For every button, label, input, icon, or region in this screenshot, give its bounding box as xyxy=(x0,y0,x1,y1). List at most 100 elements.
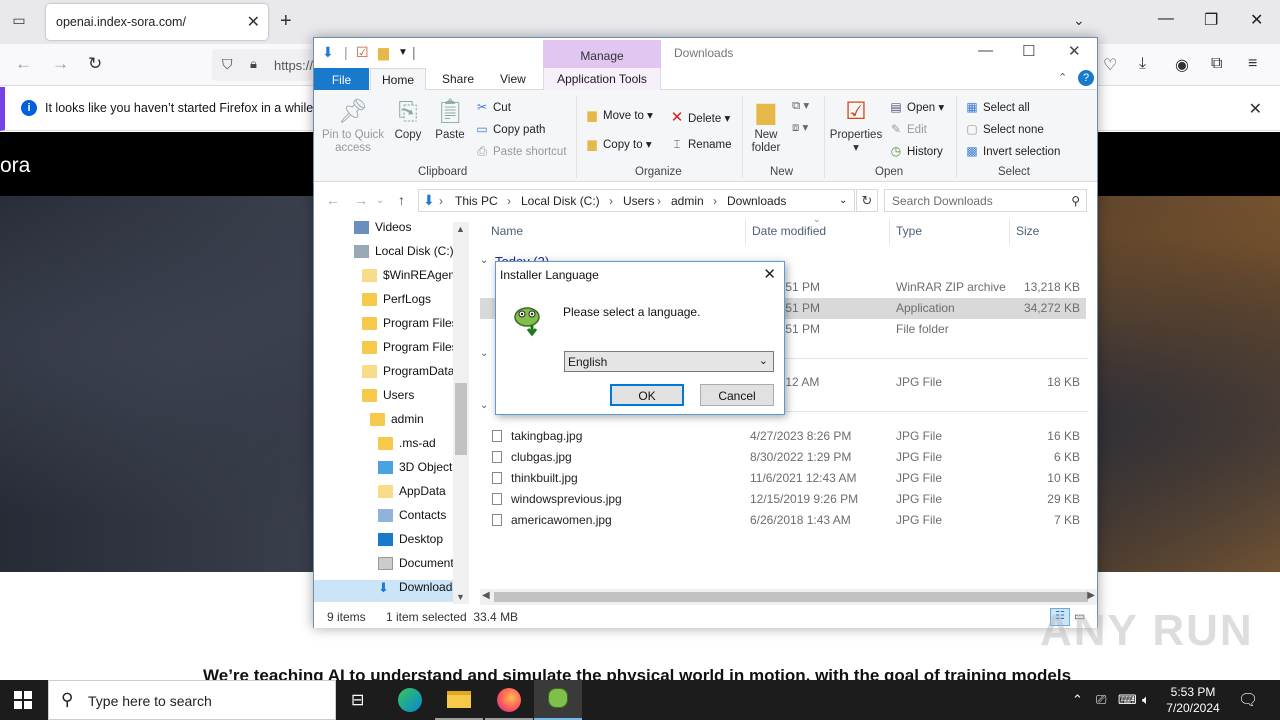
paste-shortcut-button[interactable]: ⎙ Paste shortcut xyxy=(474,144,566,159)
nav-item-users[interactable]: Users xyxy=(362,388,414,410)
nav-item-program-files[interactable]: Program Files xyxy=(362,316,458,338)
breadcrumb-users[interactable]: Users xyxy=(623,194,654,208)
installer-taskbar-icon[interactable] xyxy=(534,680,582,720)
history-button[interactable]: ◷ History xyxy=(888,144,943,158)
new-folder-button[interactable]: ▆ New folder xyxy=(746,98,786,155)
nav-item-winreagent[interactable]: $WinREAgent xyxy=(362,268,458,290)
close-window-icon[interactable]: ✕ xyxy=(1250,10,1263,30)
help-icon[interactable]: ? xyxy=(1078,70,1094,86)
tab-application-tools[interactable]: Application Tools xyxy=(543,68,661,90)
nav-item-appdata[interactable]: AppData xyxy=(378,484,446,506)
tab-share[interactable]: Share xyxy=(442,72,474,86)
downloads-icon[interactable]: ⤓ xyxy=(1139,55,1146,73)
chevron-down-icon[interactable]: ⌄ xyxy=(480,348,488,359)
language-select[interactable]: English ⌄ xyxy=(564,351,774,372)
back-icon[interactable]: ← xyxy=(15,54,32,74)
manage-context-tab[interactable]: Manage xyxy=(543,40,661,68)
nav-item-contacts[interactable]: Contacts xyxy=(378,508,446,530)
horizontal-scroll-thumb[interactable] xyxy=(494,592,1088,602)
nav-item-downloads[interactable]: ⬇ Downloads xyxy=(314,580,458,602)
nav-item-ms-ad[interactable]: .ms-ad xyxy=(378,436,436,458)
restore-icon[interactable]: ❐ xyxy=(1204,10,1218,30)
chevron-up-icon[interactable]: ⌃ xyxy=(1072,692,1083,708)
pocket-icon[interactable]: ♡ xyxy=(1103,55,1117,75)
refresh-icon[interactable]: ↻ xyxy=(856,189,878,212)
column-size[interactable]: Size xyxy=(1016,224,1039,238)
tab-file[interactable]: File xyxy=(314,68,369,90)
tab-view[interactable]: View xyxy=(500,72,526,86)
windows-start-icon[interactable] xyxy=(14,691,32,709)
nav-item-local-disk[interactable]: Local Disk (C:) xyxy=(354,244,454,266)
new-tab-icon[interactable]: + xyxy=(280,10,292,33)
pin-quick-access-button[interactable]: 📌︎ Pin to Quick access xyxy=(320,98,386,155)
site-logo[interactable]: ora xyxy=(0,154,30,178)
open-button[interactable]: ▤ Open ▾ xyxy=(888,100,944,114)
edit-button[interactable]: ✎ Edit xyxy=(888,122,927,136)
maximize-icon[interactable]: ☐ xyxy=(1022,42,1035,60)
file-explorer-icon[interactable] xyxy=(435,680,483,720)
select-none-button[interactable]: ▢ Select none xyxy=(964,122,1043,136)
easy-access-icon[interactable]: ⧈ ▾ xyxy=(792,120,808,135)
nav-scroll-thumb[interactable] xyxy=(455,383,467,455)
chevron-down-icon[interactable]: ⌄ xyxy=(480,255,488,266)
nav-item-program-files-x86[interactable]: Program Files xyxy=(362,340,458,362)
invert-selection-button[interactable]: ▩ Invert selection xyxy=(964,144,1060,158)
clock[interactable]: 5:53 PM 7/20/2024 xyxy=(1162,684,1224,716)
nav-item-documents[interactable]: Documents xyxy=(378,556,460,578)
nav-item-desktop[interactable]: Desktop xyxy=(378,532,443,554)
close-icon[interactable]: ✕ xyxy=(1249,99,1262,119)
minimize-icon[interactable]: — xyxy=(978,42,993,59)
search-input[interactable]: Search Downloads ⚲ xyxy=(884,189,1087,212)
reload-icon[interactable]: ↻ xyxy=(88,54,102,74)
close-icon[interactable]: ✕ xyxy=(247,12,260,32)
customize-qa-icon[interactable]: ▼ xyxy=(398,47,408,58)
rename-button[interactable]: ⌶ Rename xyxy=(669,137,731,152)
task-view-icon[interactable]: ⊟ xyxy=(336,680,384,720)
close-icon[interactable]: ✕ xyxy=(1068,42,1081,60)
file-row[interactable]: thinkbuilt.jpg 11/6/2021 12:43 AM JPG Fi… xyxy=(480,468,1086,489)
delete-button[interactable]: ✕ Delete ▾ xyxy=(669,108,731,126)
forward-icon[interactable]: → xyxy=(52,54,69,74)
menu-icon[interactable]: ≡ xyxy=(1248,55,1257,73)
file-row[interactable]: windowsprevious.jpg 12/15/2019 9:26 PM J… xyxy=(480,489,1086,510)
nav-item-admin[interactable]: admin xyxy=(370,412,424,434)
scroll-left-icon[interactable]: ◀ xyxy=(482,590,490,601)
nav-item-videos[interactable]: Videos xyxy=(354,220,411,242)
url-bar[interactable]: ⛉ 🔒︎ https:// xyxy=(212,49,313,81)
move-to-button[interactable]: ▆ Move to ▾ xyxy=(584,108,653,122)
back-icon[interactable]: ← xyxy=(326,192,340,208)
properties-icon[interactable]: ☑ xyxy=(356,44,369,61)
nav-item-perflogs[interactable]: PerfLogs xyxy=(362,292,431,314)
close-icon[interactable]: ✕ xyxy=(763,265,776,283)
minimize-icon[interactable]: — xyxy=(1158,10,1174,28)
taskbar-search-input[interactable]: ⚲ Type here to search xyxy=(48,680,336,720)
copy-button[interactable]: ⎘ Copy xyxy=(390,98,426,142)
extensions-icon[interactable]: ⧉ xyxy=(1211,55,1222,73)
lock-icon[interactable]: 🔒︎ xyxy=(250,56,257,72)
breadcrumb-local-disk[interactable]: Local Disk (C:) xyxy=(521,194,600,208)
edge-icon[interactable] xyxy=(386,680,434,720)
breadcrumb-admin[interactable]: admin xyxy=(671,194,704,208)
cancel-button[interactable]: Cancel xyxy=(700,384,774,406)
nav-item-3d-objects[interactable]: 3D Objects xyxy=(378,460,458,482)
scroll-right-icon[interactable]: ▶ xyxy=(1087,590,1095,601)
chevron-down-icon[interactable]: ⌄ xyxy=(1073,12,1085,29)
column-date-modified[interactable]: Date modified xyxy=(752,224,826,238)
volume-icon[interactable]: 🔈︎ xyxy=(1142,692,1150,708)
paste-button[interactable]: 📋︎ Paste xyxy=(432,98,468,142)
new-item-icon[interactable]: ⧉ ▾ xyxy=(792,98,809,113)
nav-item-programdata[interactable]: ProgramData xyxy=(362,364,454,386)
cut-button[interactable]: ✂ Cut xyxy=(474,100,511,114)
tab-home[interactable]: Home xyxy=(370,68,426,91)
forward-icon[interactable]: → xyxy=(354,192,368,208)
firefox-icon[interactable] xyxy=(485,680,533,720)
file-row[interactable]: americawomen.jpg 6/26/2018 1:43 AM JPG F… xyxy=(480,510,1086,531)
file-row[interactable]: takingbag.jpg 4/27/2023 8:26 PM JPG File… xyxy=(480,426,1086,447)
ok-button[interactable]: OK xyxy=(610,384,684,406)
scroll-down-icon[interactable]: ▼ xyxy=(456,592,465,602)
up-icon[interactable]: ↑ xyxy=(398,192,405,208)
account-icon[interactable]: ◉ xyxy=(1175,55,1189,75)
horizontal-scrollbar[interactable]: ◀ ▶ xyxy=(480,589,1097,605)
notifications-icon[interactable]: 🗨︎ xyxy=(1238,690,1258,710)
select-all-button[interactable]: ▦ Select all xyxy=(964,100,1029,114)
